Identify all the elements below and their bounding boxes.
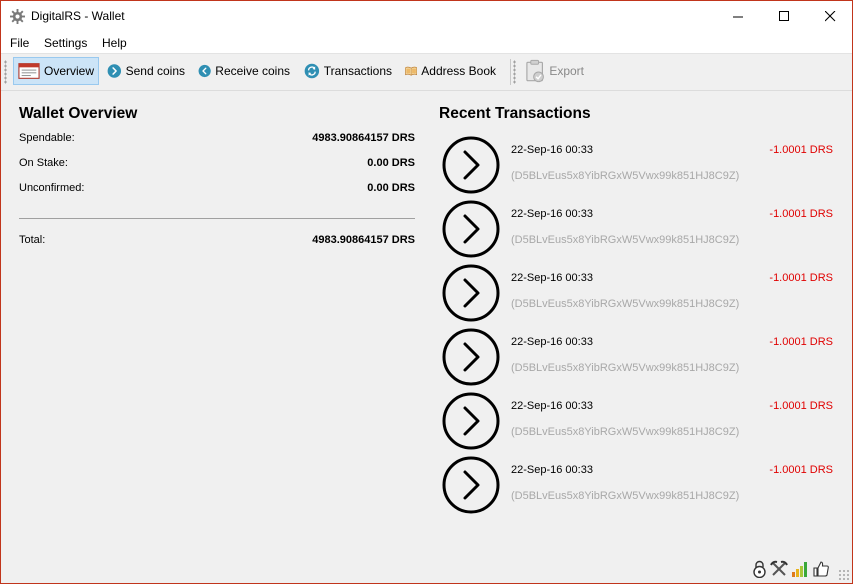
transaction-item[interactable]: 22-Sep-16 00:33 -1.0001 DRS (D5BLvEus5x8… (439, 199, 835, 263)
resize-grip[interactable] (838, 569, 850, 581)
connections-icon[interactable] (791, 560, 809, 578)
transaction-date: 22-Sep-16 00:33 (511, 272, 593, 284)
receive-coins-label: Receive coins (215, 64, 290, 78)
send-arrow-icon (107, 64, 122, 78)
on-stake-label: On Stake: (19, 157, 68, 169)
maximize-button[interactable] (761, 1, 807, 32)
status-bar (1, 557, 852, 583)
maximize-icon (778, 11, 789, 21)
address-book-icon (405, 66, 418, 76)
transaction-item[interactable]: 22-Sep-16 00:33 -1.0001 DRS (D5BLvEus5x8… (439, 391, 835, 455)
receive-coins-button[interactable]: Receive coins (193, 57, 295, 85)
address-book-label: Address Book (421, 64, 496, 78)
export-clipboard-icon (526, 59, 544, 83)
transaction-amount: -1.0001 DRS (769, 336, 833, 348)
menu-help[interactable]: Help (102, 36, 127, 50)
transactions-button[interactable]: Transactions (299, 57, 397, 85)
overview-button[interactable]: Overview (13, 57, 99, 85)
transaction-date: 22-Sep-16 00:33 (511, 208, 593, 220)
minimize-button[interactable] (715, 1, 761, 32)
transaction-address: (D5BLvEus5x8YibRGxW5Vwx99k851HJ8C9Z) (511, 298, 740, 310)
transactions-refresh-icon (304, 63, 320, 79)
total-value: 4983.90864157 DRS (312, 234, 415, 246)
wallet-overview-panel: Wallet Overview Spendable: 4983.90864157… (19, 105, 415, 246)
spendable-row: Spendable: 4983.90864157 DRS (19, 132, 415, 148)
transaction-amount: -1.0001 DRS (769, 208, 833, 220)
export-button[interactable]: Export (519, 57, 589, 85)
gear-icon (10, 9, 25, 24)
transaction-address: (D5BLvEus5x8YibRGxW5Vwx99k851HJ8C9Z) (511, 426, 740, 438)
spendable-value: 4983.90864157 DRS (312, 132, 415, 144)
transaction-date: 22-Sep-16 00:33 (511, 400, 593, 412)
chevron-right-circle-icon (442, 264, 500, 322)
on-stake-row: On Stake: 0.00 DRS (19, 157, 415, 173)
menu-settings[interactable]: Settings (44, 36, 87, 50)
chevron-right-circle-icon (442, 456, 500, 514)
chevron-right-circle-icon (442, 328, 500, 386)
transaction-address: (D5BLvEus5x8YibRGxW5Vwx99k851HJ8C9Z) (511, 234, 740, 246)
send-coins-button[interactable]: Send coins (102, 57, 190, 85)
transaction-item[interactable]: 22-Sep-16 00:33 -1.0001 DRS (D5BLvEus5x8… (439, 263, 835, 327)
transaction-date: 22-Sep-16 00:33 (511, 336, 593, 348)
transaction-date: 22-Sep-16 00:33 (511, 144, 593, 156)
transaction-address: (D5BLvEus5x8YibRGxW5Vwx99k851HJ8C9Z) (511, 362, 740, 374)
on-stake-value: 0.00 DRS (367, 157, 415, 169)
transaction-address: (D5BLvEus5x8YibRGxW5Vwx99k851HJ8C9Z) (511, 170, 740, 182)
overview-label: Overview (43, 64, 94, 78)
transaction-date: 22-Sep-16 00:33 (511, 464, 593, 476)
toolbar-grip[interactable] (4, 60, 7, 84)
toolbar: Overview Send coins Receive coins Transa… (1, 53, 852, 91)
status-icons (752, 560, 830, 578)
title-bar: DigitalRS - Wallet (1, 1, 852, 32)
mining-icon[interactable] (770, 560, 788, 578)
transaction-item[interactable]: 22-Sep-16 00:33 -1.0001 DRS (D5BLvEus5x8… (439, 327, 835, 391)
send-coins-label: Send coins (125, 64, 185, 78)
overview-icon (18, 63, 40, 79)
transaction-address: (D5BLvEus5x8YibRGxW5Vwx99k851HJ8C9Z) (511, 490, 740, 502)
unconfirmed-row: Unconfirmed: 0.00 DRS (19, 182, 415, 198)
unconfirmed-label: Unconfirmed: (19, 182, 85, 194)
close-icon (824, 11, 835, 22)
address-book-button[interactable]: Address Book (400, 57, 501, 85)
recent-transactions-panel: Recent Transactions 22-Sep-16 00:33 -1.0… (439, 105, 835, 514)
export-label: Export (549, 64, 584, 78)
transaction-amount: -1.0001 DRS (769, 272, 833, 284)
transaction-amount: -1.0001 DRS (769, 144, 833, 156)
menu-file[interactable]: File (10, 36, 29, 50)
total-row: Total: 4983.90864157 DRS (19, 234, 415, 250)
total-divider (19, 218, 415, 219)
chevron-right-circle-icon (442, 136, 500, 194)
close-button[interactable] (807, 1, 852, 32)
receive-arrow-icon (198, 64, 211, 78)
toolbar-separator (510, 59, 511, 85)
menu-bar: File Settings Help (1, 32, 852, 53)
transaction-item[interactable]: 22-Sep-16 00:33 -1.0001 DRS (D5BLvEus5x8… (439, 455, 835, 519)
transaction-amount: -1.0001 DRS (769, 400, 833, 412)
window-title: DigitalRS - Wallet (31, 9, 125, 23)
chevron-right-circle-icon (442, 392, 500, 450)
spendable-label: Spendable: (19, 132, 75, 144)
wallet-window: DigitalRS - Wallet File Settings Help Ov… (0, 0, 853, 584)
overview-title: Wallet Overview (19, 105, 138, 122)
transaction-amount: -1.0001 DRS (769, 464, 833, 476)
transaction-item[interactable]: 22-Sep-16 00:33 -1.0001 DRS (D5BLvEus5x8… (439, 135, 835, 199)
minimize-icon (732, 16, 743, 18)
unconfirmed-value: 0.00 DRS (367, 182, 415, 194)
lock-icon[interactable] (752, 560, 767, 578)
total-label: Total: (19, 234, 46, 246)
chevron-right-circle-icon (442, 200, 500, 258)
recent-transactions-title: Recent Transactions (439, 105, 591, 122)
synced-icon[interactable] (812, 560, 830, 578)
transactions-label: Transactions (323, 64, 392, 78)
toolbar-grip-secondary[interactable] (513, 60, 516, 84)
